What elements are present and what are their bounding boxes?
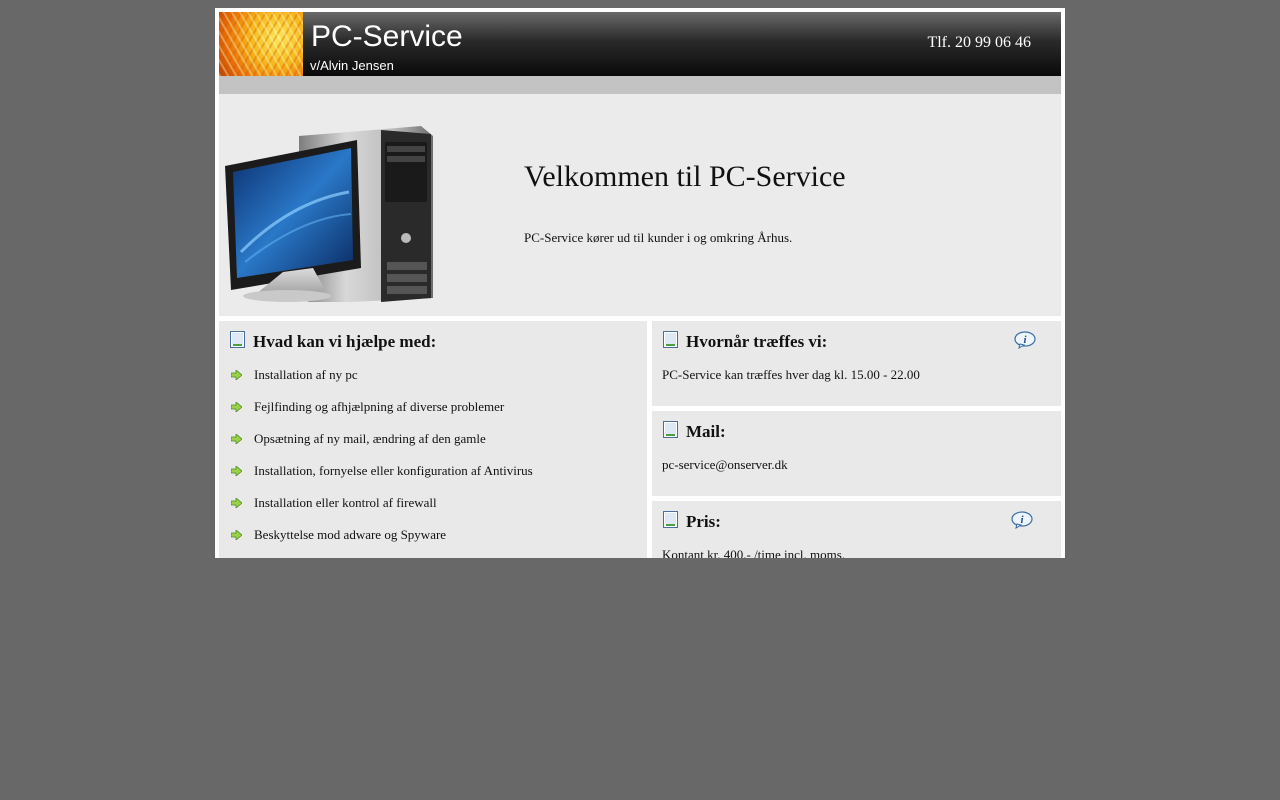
service-item-label: Installation eller kontrol af firewall	[254, 495, 437, 510]
service-item-label: Beskyttelse mod adware og Spyware	[254, 527, 447, 542]
hero-title: Velkommen til PC-Service	[524, 160, 846, 193]
arrow-right-icon	[231, 402, 242, 412]
arrow-right-icon	[231, 466, 242, 476]
document-icon	[230, 331, 245, 348]
service-item-label: Installation, fornyelse eller konfigurat…	[254, 463, 533, 478]
hours-title: Hvornår træffes vi:	[686, 332, 828, 351]
mail-address: pc-service@onserver.dk	[662, 457, 788, 472]
page-container: PC-Service v/Alvin Jensen Tlf. 20 99 06 …	[215, 8, 1065, 558]
hours-text: PC-Service kan træffes hver dag kl. 15.0…	[662, 367, 920, 382]
service-item-label: Installation af ny pc	[254, 367, 358, 382]
logo-image	[219, 12, 303, 76]
computer-image	[225, 126, 433, 302]
header: PC-Service v/Alvin Jensen Tlf. 20 99 06 …	[219, 12, 1061, 76]
mail-title: Mail:	[686, 422, 726, 441]
hero-text: PC-Service kører ud til kunder i og omkr…	[524, 230, 793, 245]
service-item-label: Fejlfinding og afhjælpning af diverse pr…	[254, 399, 505, 414]
nav-bar	[219, 76, 1061, 94]
price-panel: Pris: i Kontant kr. 400,- /time incl. mo…	[652, 501, 1061, 558]
services-panel: Hvad kan vi hjælpe med: Installation af …	[219, 321, 647, 558]
service-item-label: Opsætning af ny mail, ændring af den gam…	[254, 431, 486, 446]
document-icon	[663, 331, 678, 348]
document-icon	[663, 511, 678, 528]
document-icon	[663, 421, 678, 438]
info-icon[interactable]: i	[1014, 331, 1036, 349]
mail-panel: Mail: pc-service@onserver.dk	[652, 411, 1061, 496]
arrow-right-icon	[231, 498, 242, 508]
hours-panel: Hvornår træffes vi: i PC-Service kan træ…	[652, 321, 1061, 406]
arrow-right-icon	[231, 530, 242, 540]
phone-number: Tlf. 20 99 06 46	[927, 34, 1031, 51]
price-text: Kontant kr. 400,- /time incl. moms.	[662, 547, 846, 558]
site-title: PC-Service	[311, 20, 463, 53]
arrow-right-icon	[231, 434, 242, 444]
hero-section: Velkommen til PC-Service PC-Service køre…	[219, 94, 1061, 316]
arrow-right-icon	[231, 370, 242, 380]
site-subtitle: v/Alvin Jensen	[310, 58, 394, 73]
price-title: Pris:	[686, 512, 721, 531]
services-title: Hvad kan vi hjælpe med:	[253, 332, 437, 351]
info-icon[interactable]: i	[1011, 511, 1033, 529]
